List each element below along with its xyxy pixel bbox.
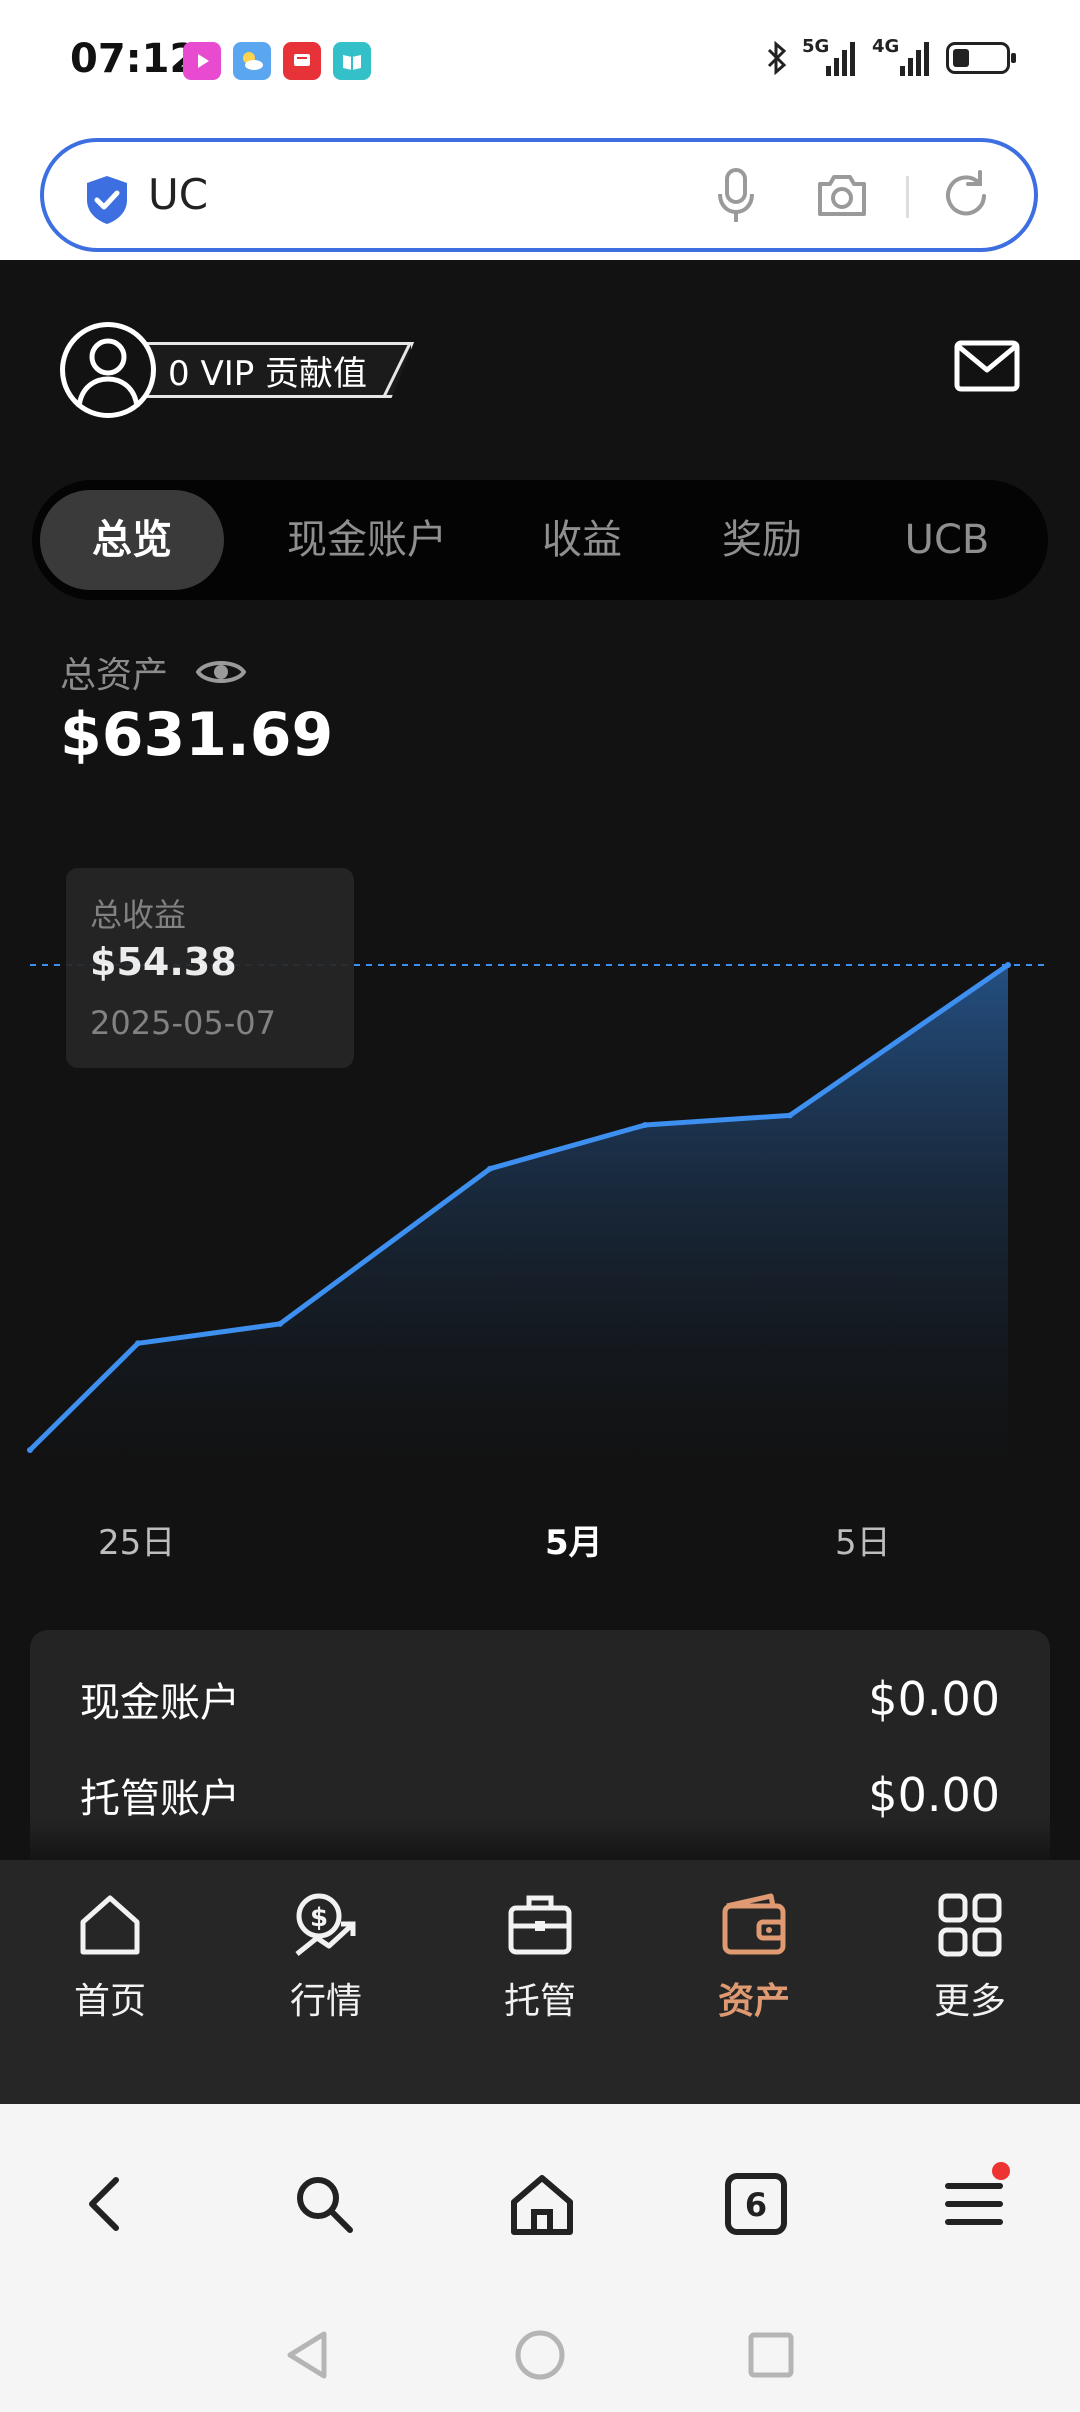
data-point xyxy=(642,1122,648,1129)
nav-home[interactable]: 首页 xyxy=(40,1890,180,2024)
browser-toolbar: 6 xyxy=(0,2104,1080,2296)
search-button[interactable] xyxy=(288,2168,360,2240)
x-tick-label: 25日 xyxy=(98,1523,176,1563)
system-navigation-bar xyxy=(0,2296,1080,2412)
briefcase-icon xyxy=(508,1895,572,1955)
earnings-chart: 总收益 $54.38 2025-05-07 25日 5月 5日 xyxy=(0,260,1080,1860)
search-icon xyxy=(297,2177,353,2233)
browser-address-bar: UC xyxy=(0,130,1080,260)
account-name: 托管账户 xyxy=(80,1776,240,1822)
data-point xyxy=(787,1112,793,1119)
home-button[interactable] xyxy=(506,2168,578,2240)
grid-icon xyxy=(938,1893,1002,1957)
address-input[interactable]: UC xyxy=(40,138,1038,252)
signal-bars-icon xyxy=(826,42,855,76)
address-text: UC xyxy=(148,170,209,219)
nav-custody[interactable]: 托管 xyxy=(470,1890,610,2024)
bottom-navigation: 首页 $ 行情 托管 资产 更多 xyxy=(0,1820,1080,2104)
nav-label: 行情 xyxy=(289,1981,362,2022)
tooltip-label: 总收益 xyxy=(90,896,187,934)
avatar[interactable] xyxy=(60,322,156,418)
battery-icon xyxy=(946,42,1016,74)
home-icon xyxy=(511,2175,573,2235)
account-value: $0.00 xyxy=(868,1672,1000,1726)
chart-tooltip: 总收益 $54.38 2025-05-07 xyxy=(66,868,354,1068)
system-recents-icon[interactable] xyxy=(744,2328,798,2382)
nav-label: 首页 xyxy=(73,1981,146,2022)
nav-more[interactable]: 更多 xyxy=(900,1890,1040,2024)
x-tick-label: 5日 xyxy=(835,1523,891,1563)
signal-5g: 5G xyxy=(802,38,858,78)
system-home-icon[interactable] xyxy=(513,2328,567,2382)
nav-label: 托管 xyxy=(503,1981,576,2022)
account-name: 现金账户 xyxy=(80,1680,240,1726)
tooltip-date: 2025-05-07 xyxy=(90,1004,276,1042)
assets-page: 0 VIP 贡献值 总览 现金账户 收益 奖励 UCB 总资产 $631.69 xyxy=(0,260,1080,1890)
signal-bars-icon xyxy=(900,42,929,76)
weather-app-icon xyxy=(233,42,271,80)
wallet-icon xyxy=(722,1893,786,1955)
signal-4g: 4G xyxy=(872,38,932,78)
status-time: 07:12 xyxy=(70,36,198,82)
account-row[interactable]: 现金账户 $0.00 xyxy=(80,1670,1000,1728)
data-point xyxy=(487,1165,493,1172)
data-point xyxy=(135,1340,141,1347)
account-row[interactable]: 托管账户 $0.00 xyxy=(80,1766,1000,1824)
notification-dot xyxy=(992,2162,1010,2180)
tabs-count: 6 xyxy=(725,2173,787,2235)
security-shield-icon xyxy=(87,176,127,224)
microphone-icon[interactable] xyxy=(714,166,758,226)
camera-icon[interactable] xyxy=(814,170,870,220)
nav-assets[interactable]: 资产 xyxy=(684,1890,824,2024)
news-app-icon xyxy=(283,42,321,80)
menu-button[interactable] xyxy=(938,2162,1010,2240)
data-point xyxy=(277,1320,283,1327)
user-icon xyxy=(76,338,140,408)
account-value: $0.00 xyxy=(868,1768,1000,1822)
home-icon xyxy=(80,1895,140,1955)
reader-app-icon xyxy=(333,42,371,80)
video-app-icon xyxy=(183,42,221,80)
address-divider xyxy=(906,176,909,218)
data-point xyxy=(1005,962,1011,968)
nav-label: 资产 xyxy=(717,1981,790,2022)
nav-market[interactable]: $ 行情 xyxy=(256,1890,396,2024)
notification-icons xyxy=(183,42,371,80)
status-indicators: 5G 4G xyxy=(766,38,1016,78)
tooltip-value: $54.38 xyxy=(90,940,237,984)
market-icon: $ xyxy=(295,1893,356,1956)
svg-text:$: $ xyxy=(310,1903,328,1933)
system-back-icon[interactable] xyxy=(280,2328,334,2382)
back-button[interactable] xyxy=(70,2168,142,2240)
bluetooth-icon xyxy=(767,40,787,76)
x-tick-label: 5月 xyxy=(545,1523,603,1563)
nav-label: 更多 xyxy=(933,1981,1006,2022)
refresh-icon[interactable] xyxy=(938,168,994,224)
status-bar: 07:12 5G 4G xyxy=(0,0,1080,130)
chevron-left-icon xyxy=(89,2177,119,2231)
tabs-button[interactable]: 6 xyxy=(720,2168,792,2240)
data-point xyxy=(27,1447,33,1453)
